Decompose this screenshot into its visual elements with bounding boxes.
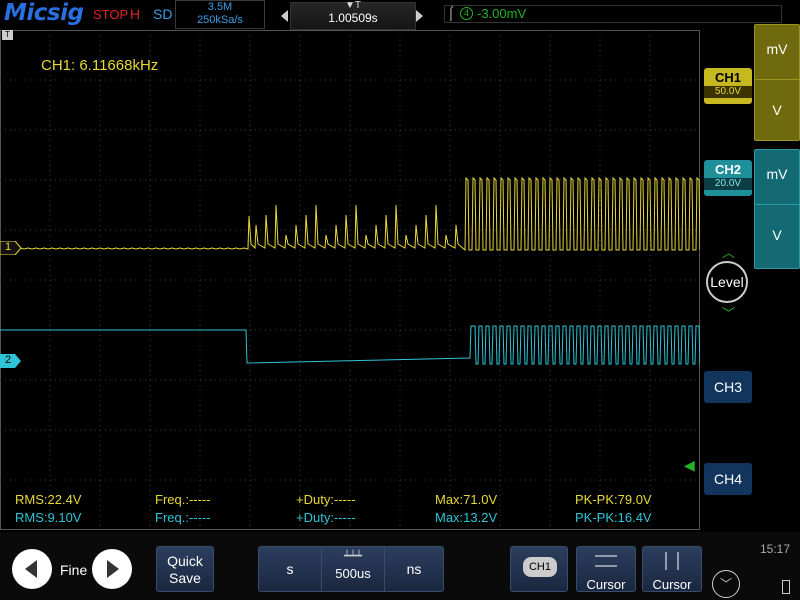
brand-logo: Micsig	[4, 0, 84, 26]
fine-right-button[interactable]	[92, 549, 132, 589]
ch2-scale: 20.0V	[704, 178, 752, 190]
quick-save-line1: Quick	[167, 553, 203, 569]
ch2-duty: +Duty:-----	[296, 510, 356, 525]
ch2-label: CH2	[714, 162, 741, 177]
ch3-button[interactable]: CH3	[704, 371, 752, 403]
timebase-slower-button[interactable]: s	[259, 547, 321, 591]
timebase-control[interactable]: s ┷┷┷ 500us ns	[258, 546, 444, 592]
cursor-channel-badge: CH1	[523, 557, 557, 577]
trigger-level-arrow-icon[interactable]: ◀	[684, 457, 695, 474]
ch2-level-marker[interactable]: 2	[0, 354, 22, 373]
ch4-button[interactable]: CH4	[704, 463, 752, 495]
trigger-info[interactable]: ⌠ 4 -3.00mV	[444, 5, 782, 23]
frequency-readout: CH1: 6.11668kHz	[41, 57, 159, 74]
ch2-scale-v[interactable]: V	[755, 204, 799, 243]
right-arrow-icon	[107, 560, 119, 578]
menu-expand-icon[interactable]: ﹀	[712, 570, 740, 598]
ch1-max: Max:71.0V	[435, 492, 498, 507]
memory-depth: 3.5M	[207, 1, 233, 13]
quick-save-button[interactable]: Quick Save	[156, 546, 214, 592]
ch1-scale-control[interactable]: mV V	[754, 24, 800, 141]
ch1-level-marker[interactable]: 1	[0, 240, 22, 260]
left-arrow-icon	[25, 560, 37, 578]
time-left-arrow-icon[interactable]	[281, 10, 288, 22]
sample-rate: 250kSa/s	[197, 14, 243, 26]
timebase-faster-button[interactable]: ns	[383, 547, 445, 591]
ch2-pkpk: PK-PK:16.4V	[575, 510, 652, 525]
fine-left-button[interactable]	[12, 549, 52, 589]
level-down-chevron-icon[interactable]: ﹀	[722, 303, 735, 322]
cursor-horizontal-button[interactable]: Cursor	[576, 546, 636, 592]
ch1-scale-mv[interactable]: mV	[755, 25, 799, 57]
cursor1-label: Cursor	[586, 577, 626, 592]
ch1-button[interactable]: CH1 50.0V	[704, 68, 752, 104]
fine-label: Fine	[60, 562, 88, 578]
level-knob[interactable]: Level	[706, 261, 748, 303]
ch1-label: CH1	[714, 70, 741, 85]
acq-type: SD	[153, 6, 173, 22]
acquire-mode: H	[130, 6, 141, 22]
waveform-display[interactable]	[0, 30, 700, 530]
timebase-value: 500us	[335, 566, 371, 581]
trigger-source: 4	[460, 7, 473, 20]
trigger-position-marker-icon: ▼T	[345, 0, 362, 11]
trigger-time-marker-icon: T	[2, 30, 13, 40]
cursor-channel-button[interactable]: CH1	[510, 546, 568, 592]
trigger-level: -3.00mV	[477, 6, 527, 21]
ch1-rms: RMS:22.4V	[15, 492, 82, 507]
ch2-scale-mv[interactable]: mV	[755, 150, 799, 182]
quick-save-line2: Save	[169, 570, 201, 586]
ch2-button[interactable]: CH2 20.0V	[704, 160, 752, 196]
ch2-rms: RMS:9.10V	[15, 510, 82, 525]
acquisition-info[interactable]: 3.5M 250kSa/s	[175, 0, 265, 29]
ruler-icon: ┷┷┷	[343, 551, 363, 562]
ch2-freq: Freq.:-----	[155, 510, 211, 525]
ch1-pkpk: PK-PK:79.0V	[575, 492, 652, 507]
rising-edge-icon: ⌠	[447, 5, 455, 20]
ch1-freq: Freq.:-----	[155, 492, 211, 507]
time-right-arrow-icon[interactable]	[416, 10, 423, 22]
horizontal-cursor-icon	[595, 555, 617, 567]
timebase-value-box: ┷┷┷ 500us	[321, 547, 385, 591]
cursor-vertical-button[interactable]: Cursor	[642, 546, 702, 592]
battery-icon	[782, 580, 790, 594]
ch1-waveform	[0, 176, 700, 252]
ch1-scale-v[interactable]: V	[755, 79, 799, 118]
ch2-max: Max:13.2V	[435, 510, 498, 525]
ch1-scale: 50.0V	[704, 86, 752, 98]
waveform-grid	[0, 30, 700, 530]
run-stop-status[interactable]: STOP	[93, 7, 128, 22]
vertical-cursor-icon	[665, 552, 679, 570]
cursor2-label: Cursor	[652, 577, 692, 592]
ch1-duty: +Duty:-----	[296, 492, 356, 507]
ch2-scale-control[interactable]: mV V	[754, 149, 800, 269]
clock: 15:17	[760, 542, 791, 556]
level-up-chevron-icon[interactable]: ︿	[722, 242, 735, 261]
